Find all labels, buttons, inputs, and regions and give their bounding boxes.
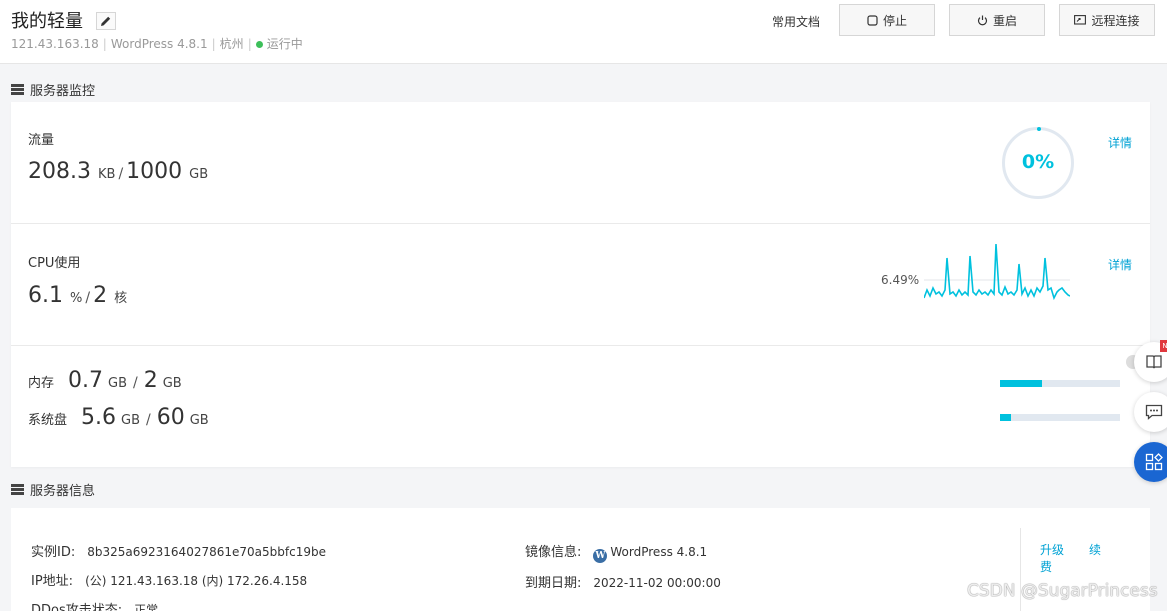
apps-icon xyxy=(1145,453,1163,471)
traffic-value: 208.3 KB/1000 GB xyxy=(28,159,209,184)
new-badge: N xyxy=(1160,340,1167,352)
cpu-cores-unit: 核 xyxy=(114,291,128,306)
disk-total: 60 xyxy=(156,405,185,430)
memory-line: 内存 0.7 GB / 2 GB xyxy=(28,368,182,393)
ddos-item: DDos攻击状态: 正常 xyxy=(31,599,158,611)
restart-button[interactable]: 重启 xyxy=(949,4,1045,36)
image-value: WordPress 4.8.1 xyxy=(610,545,708,559)
cpu-sparkline xyxy=(924,243,1070,301)
traffic-total: 1000 xyxy=(126,159,183,184)
power-icon xyxy=(977,15,988,25)
cpu-value: 6.1 %/2 核 xyxy=(28,283,128,308)
memory-total: 2 xyxy=(143,368,158,393)
traffic-total-unit: GB xyxy=(189,167,209,182)
remote-icon xyxy=(1074,14,1087,25)
remote-label: 远程连接 xyxy=(1091,13,1140,28)
instance-ip: 121.43.163.18 xyxy=(11,37,99,51)
docs-link[interactable]: 常用文档 xyxy=(772,13,820,30)
storage-row: 内存 0.7 GB / 2 GB 系统盘 5.6 GB / 60 GB xyxy=(11,346,1150,467)
traffic-used: 208.3 xyxy=(28,159,91,184)
list-icon xyxy=(11,84,24,95)
cpu-cores: 2 xyxy=(93,283,108,308)
ip-value: (公) 121.43.163.18 (内) 172.26.4.158 xyxy=(85,574,308,588)
edit-icon[interactable] xyxy=(96,12,116,30)
restart-label: 重启 xyxy=(992,13,1017,28)
instance-id-label: 实例ID: xyxy=(31,545,76,560)
expire-value: 2022-11-02 00:00:00 xyxy=(593,576,721,590)
monitor-card: 流量 208.3 KB/1000 GB 0% 详情 CPU使用 6.1 %/2 … xyxy=(11,102,1150,467)
status-dot-icon xyxy=(255,41,263,48)
cpu-used: 6.1 xyxy=(28,283,63,308)
instance-status: 运行中 xyxy=(266,37,303,51)
instance-id-value: 8b325a6923164027861e70a5bbfc19be xyxy=(87,545,326,559)
ddos-value: 正常 xyxy=(134,603,159,611)
disk-usage-bar xyxy=(1000,414,1120,421)
disk-used: 5.6 xyxy=(81,405,117,430)
traffic-used-unit: KB xyxy=(97,167,116,182)
image-label: 镜像信息: xyxy=(525,545,582,560)
ip-label: IP地址: xyxy=(31,574,74,589)
cpu-row: CPU使用 6.1 %/2 核 6.49% 详情 xyxy=(11,224,1150,346)
book-icon xyxy=(1146,355,1162,369)
disk-label: 系统盘 xyxy=(28,413,68,428)
apps-float-button[interactable] xyxy=(1134,442,1167,482)
instance-region: 杭州 xyxy=(219,37,244,51)
ddos-label: DDos攻击状态: xyxy=(31,603,123,611)
cpu-detail-link[interactable]: 详情 xyxy=(1108,256,1132,273)
disk-usage-fill xyxy=(1000,414,1012,421)
traffic-label: 流量 xyxy=(28,133,55,148)
renew-link-fee[interactable]: 费 xyxy=(1040,558,1052,575)
memory-label: 内存 xyxy=(28,376,55,391)
memory-usage-fill xyxy=(1000,380,1042,387)
instance-meta: 121.43.163.18 | WordPress 4.8.1 | 杭州 | 运行中 xyxy=(11,37,303,51)
memory-usage-bar xyxy=(1000,380,1120,387)
list-icon xyxy=(11,484,24,495)
memory-used: 0.7 xyxy=(68,368,104,393)
monitor-section-title: 服务器监控 xyxy=(11,80,95,99)
stop-icon xyxy=(867,14,878,26)
memory-total-unit: GB xyxy=(162,376,182,391)
disk-line: 系统盘 5.6 GB / 60 GB xyxy=(28,405,209,430)
instance-app: WordPress 4.8.1 xyxy=(110,37,208,51)
wordpress-icon: W xyxy=(593,549,608,563)
cpu-used-unit: % xyxy=(70,291,83,306)
traffic-detail-link[interactable]: 详情 xyxy=(1108,134,1132,151)
image-item: 镜像信息: W WordPress 4.8.1 xyxy=(525,541,707,563)
page-title: 我的轻量 xyxy=(11,11,83,32)
instance-id-item: 实例ID: 8b325a6923164027861e70a5bbfc19be xyxy=(31,541,326,560)
expire-item: 到期日期: 2022-11-02 00:00:00 xyxy=(525,572,721,591)
disk-total-unit: GB xyxy=(189,413,209,428)
chat-icon xyxy=(1145,404,1163,420)
memory-used-unit: GB xyxy=(108,376,128,391)
expire-label: 到期日期: xyxy=(525,576,582,591)
stop-button[interactable]: 停止 xyxy=(839,4,935,36)
cpu-label: CPU使用 xyxy=(28,256,81,271)
remote-connect-button[interactable]: 远程连接 xyxy=(1059,4,1155,36)
traffic-ring-indicator xyxy=(1037,127,1041,131)
monitor-section-label: 服务器监控 xyxy=(30,84,96,99)
traffic-row: 流量 208.3 KB/1000 GB 0% 详情 xyxy=(11,102,1150,224)
info-section-title: 服务器信息 xyxy=(11,480,95,499)
watermark: CSDN @SugarPrincess xyxy=(967,581,1158,601)
stop-label: 停止 xyxy=(882,13,907,28)
disk-used-unit: GB xyxy=(121,413,141,428)
top-bar: 我的轻量 121.43.163.18 | WordPress 4.8.1 | 杭州 | 运行… xyxy=(0,0,1167,64)
renew-link[interactable]: 续 xyxy=(1089,541,1101,558)
info-section-label: 服务器信息 xyxy=(30,484,96,499)
cpu-spark-value: 6.49% xyxy=(881,273,920,287)
ip-item: IP地址: (公) 121.43.163.18 (内) 172.26.4.158 xyxy=(31,570,307,589)
upgrade-link[interactable]: 升级 xyxy=(1040,541,1064,558)
traffic-percent: 0% xyxy=(1021,151,1055,173)
feedback-float-button[interactable] xyxy=(1134,392,1167,432)
